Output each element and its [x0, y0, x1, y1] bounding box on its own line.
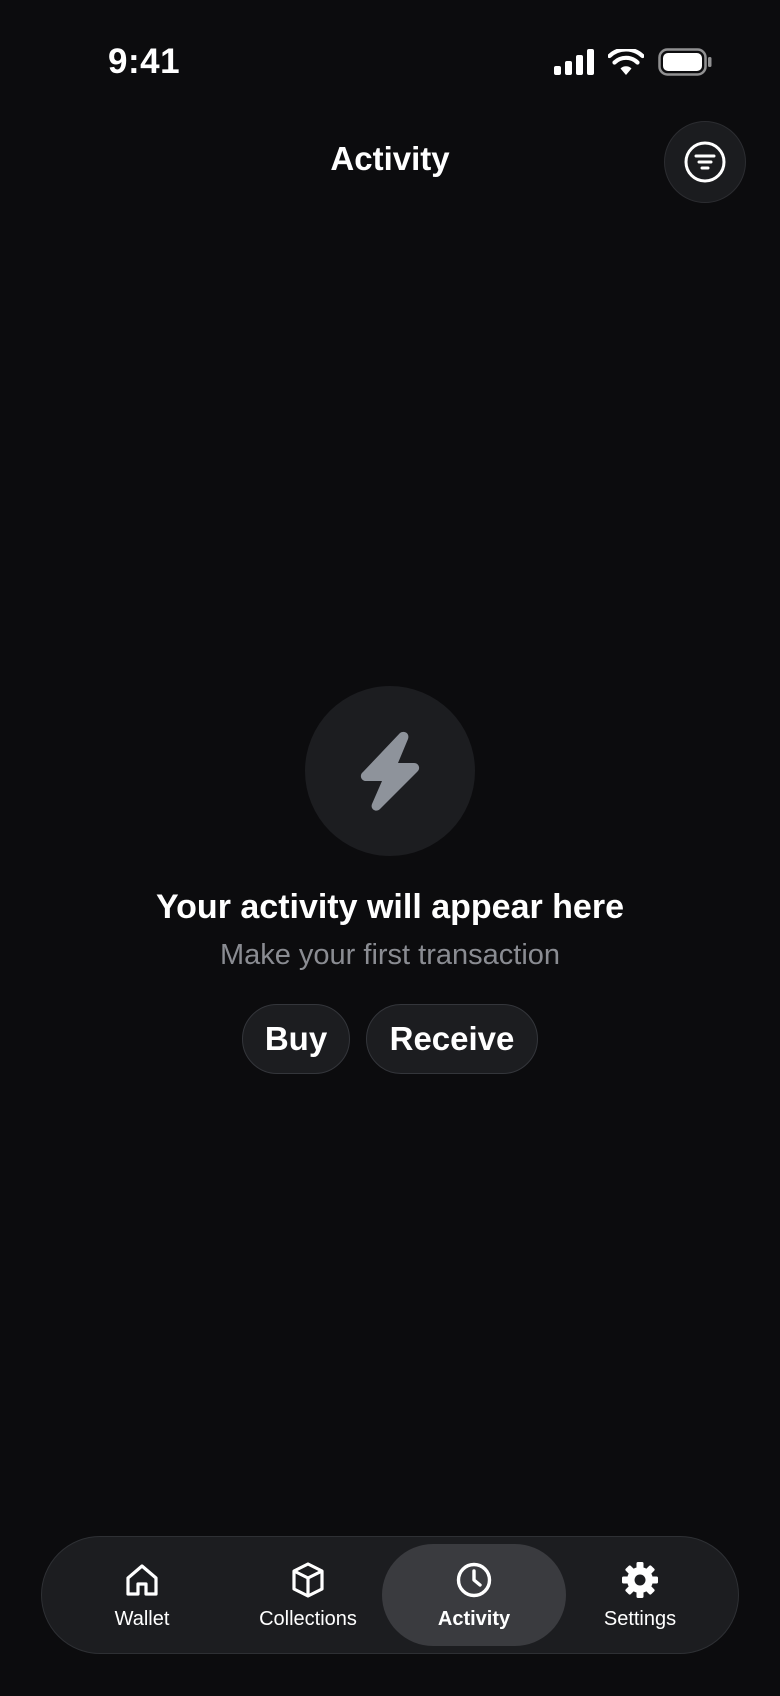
- status-time: 9:41: [108, 42, 181, 81]
- tab-collections[interactable]: Collections: [216, 1544, 400, 1646]
- wifi-icon: [608, 49, 644, 75]
- tab-activity[interactable]: Activity: [382, 1544, 566, 1646]
- gear-icon: [622, 1561, 658, 1598]
- empty-state-icon-container: [305, 686, 475, 856]
- tab-label-activity: Activity: [437, 1607, 511, 1630]
- tab-wallet[interactable]: Wallet: [50, 1544, 234, 1646]
- tab-label-collections: Collections: [259, 1607, 357, 1630]
- status-icons: [554, 48, 712, 76]
- cube-icon: [292, 1561, 324, 1598]
- filter-icon: [684, 141, 726, 183]
- page-title: Activity: [330, 140, 450, 177]
- receive-button[interactable]: Receive: [366, 1004, 538, 1074]
- tab-label-settings: Settings: [603, 1607, 677, 1630]
- home-icon: [126, 1563, 158, 1596]
- tab-bar: Wallet Collections Activity Settings: [41, 1536, 739, 1654]
- lightning-bolt-icon: [360, 731, 420, 811]
- clock-icon: [456, 1562, 492, 1597]
- empty-state: Your activity will appear here Make your…: [0, 686, 780, 1074]
- battery-icon: [658, 48, 712, 76]
- cellular-signal-icon: [554, 49, 594, 75]
- empty-state-actions: Buy Receive: [242, 1004, 538, 1074]
- tab-settings[interactable]: Settings: [548, 1544, 732, 1646]
- filter-button[interactable]: [664, 121, 746, 203]
- tab-label-wallet: Wallet: [114, 1607, 170, 1630]
- empty-state-subtitle: Make your first transaction: [219, 939, 561, 971]
- empty-state-title: Your activity will appear here: [156, 888, 624, 926]
- buy-button[interactable]: Buy: [242, 1004, 350, 1074]
- status-bar: 9:41: [0, 0, 780, 130]
